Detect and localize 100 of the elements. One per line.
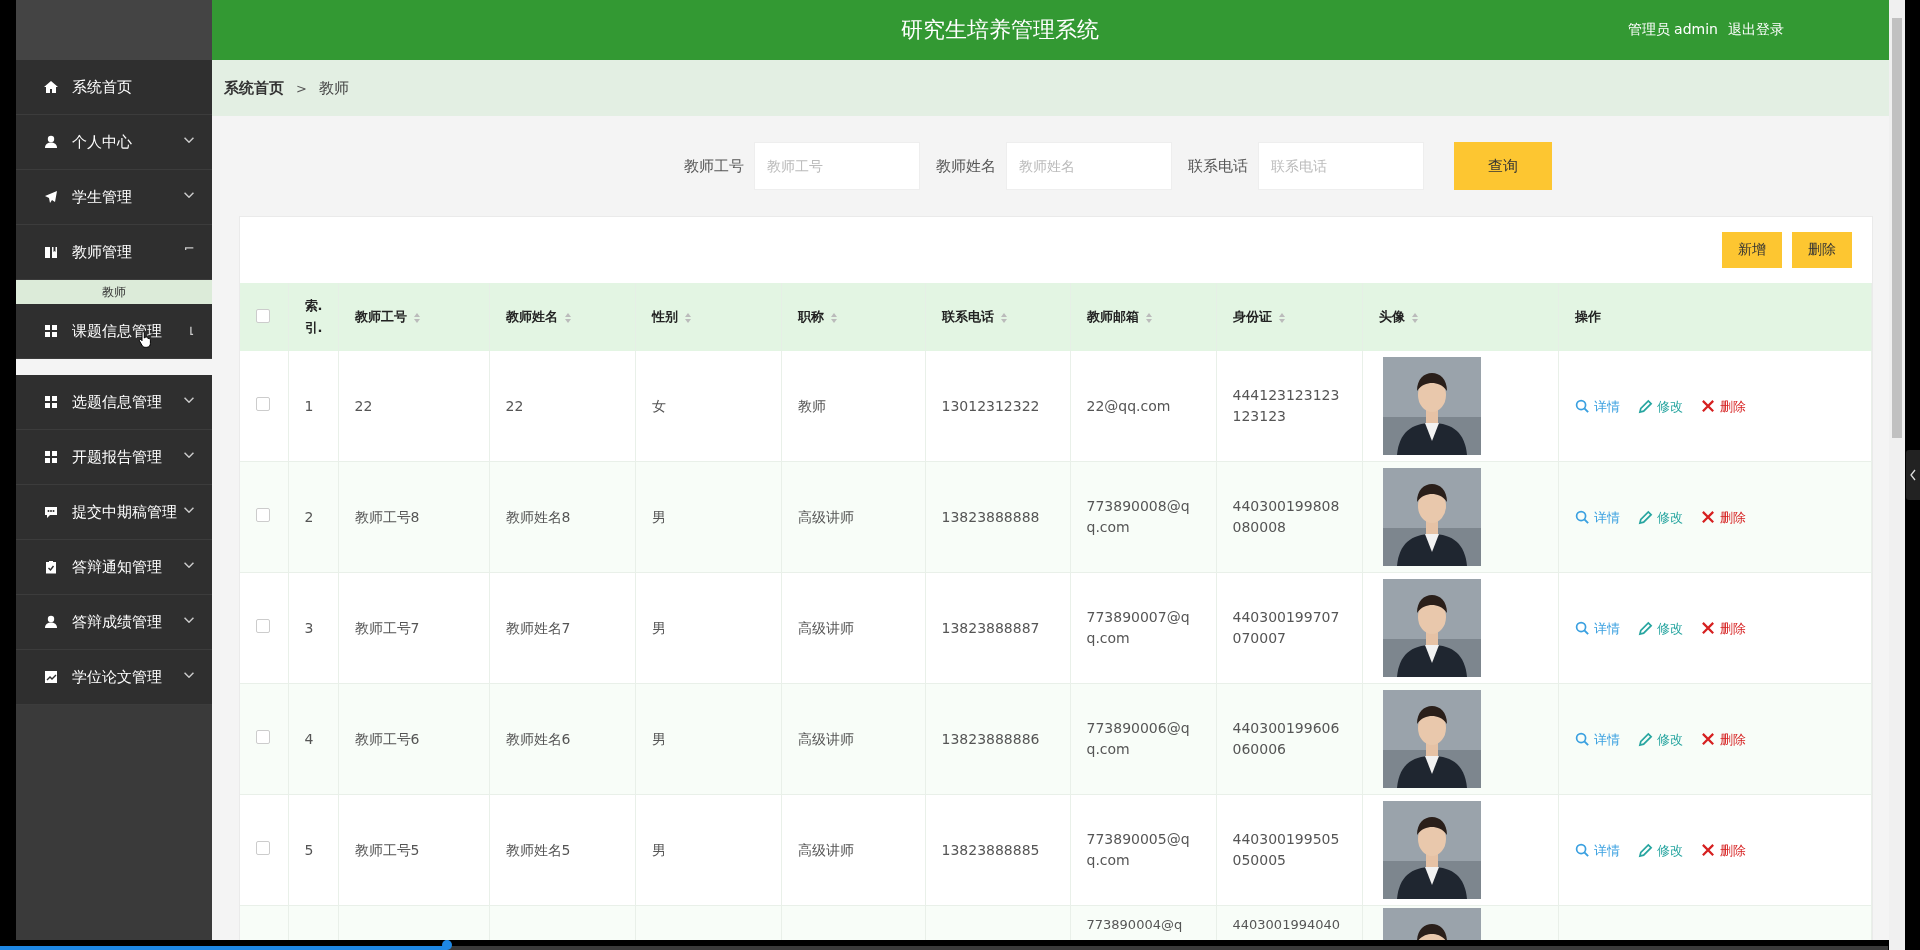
checkbox[interactable] bbox=[256, 618, 270, 633]
delete-link[interactable]: 删除 bbox=[1700, 728, 1746, 750]
table-cell: 2 bbox=[304, 508, 314, 525]
table-cell: 773890006@qq.com bbox=[1086, 720, 1190, 757]
close-icon bbox=[1700, 731, 1716, 747]
close-icon bbox=[1700, 620, 1716, 636]
sidebar-item[interactable]: 答辩成绩管理 bbox=[16, 595, 212, 650]
table-cell: 教师工号8 bbox=[354, 508, 420, 525]
home-icon bbox=[44, 80, 58, 94]
table-cell: 高级讲师 bbox=[797, 619, 854, 636]
progress-handle[interactable] bbox=[442, 940, 453, 950]
column-header[interactable]: 教师邮箱 bbox=[1086, 309, 1139, 324]
field-label: 联系电话 bbox=[1188, 156, 1248, 176]
checkbox[interactable] bbox=[256, 396, 270, 411]
column-header[interactable]: 联系电话 bbox=[941, 309, 994, 324]
table-cell: 440300199606060006 bbox=[1232, 720, 1340, 757]
column-header[interactable]: 职称 bbox=[797, 309, 824, 324]
delete-link[interactable]: 删除 bbox=[1700, 506, 1746, 528]
column-header[interactable]: 头像 bbox=[1378, 309, 1405, 324]
field-label: 教师姓名 bbox=[936, 156, 996, 176]
checkbox[interactable] bbox=[256, 308, 270, 323]
table-cell: 13823888887 bbox=[941, 619, 1040, 636]
table-cell: 4403001994040 bbox=[1232, 917, 1341, 932]
checkbox[interactable] bbox=[256, 729, 270, 744]
table-cell: 男 bbox=[651, 508, 666, 525]
search-icon bbox=[1574, 731, 1590, 747]
table-cell: 高级讲师 bbox=[797, 508, 854, 525]
search-field[interactable]: 教师工号 bbox=[754, 142, 920, 190]
delete-button[interactable]: 删除 bbox=[1792, 232, 1852, 268]
logout-link[interactable]: 退出登录 bbox=[1728, 21, 1784, 39]
sidebar-item[interactable]: 学位论文管理 bbox=[16, 650, 212, 705]
scrollbar[interactable] bbox=[1889, 0, 1905, 950]
table-cell: 教师姓名7 bbox=[505, 619, 571, 636]
grid-icon bbox=[44, 324, 58, 338]
breadcrumb-item: 教师 bbox=[318, 78, 349, 98]
table-cell: 高级讲师 bbox=[797, 841, 854, 858]
grid-icon bbox=[44, 450, 58, 464]
book-icon bbox=[44, 245, 58, 259]
checkbox[interactable] bbox=[256, 507, 270, 522]
search-icon bbox=[1574, 842, 1590, 858]
pencil-icon bbox=[1637, 509, 1653, 525]
sidebar-item[interactable]: 系统首页 bbox=[16, 60, 212, 115]
grid-icon bbox=[44, 395, 58, 409]
column-header[interactable]: 身份证 bbox=[1232, 309, 1272, 324]
sidebar-item[interactable]: 开题报告管理 bbox=[16, 430, 212, 485]
clipboard-icon bbox=[44, 560, 58, 574]
checkbox[interactable] bbox=[256, 840, 270, 855]
table-cell: 440300199808080008 bbox=[1232, 498, 1340, 535]
collapse-tab[interactable] bbox=[1906, 450, 1920, 500]
delete-link[interactable]: 删除 bbox=[1700, 617, 1746, 639]
table-cell: 13823888888 bbox=[941, 508, 1040, 525]
column-header[interactable]: 教师姓名 bbox=[505, 309, 558, 324]
breadcrumb-item[interactable]: 系统首页 bbox=[224, 78, 284, 98]
pencil-icon bbox=[1637, 398, 1653, 414]
column-header[interactable]: 教师工号 bbox=[354, 309, 407, 324]
sidebar-item[interactable]: 提交中期稿管理 bbox=[16, 485, 212, 540]
table-cell: 13823888885 bbox=[941, 841, 1040, 858]
column-header[interactable]: 性别 bbox=[651, 309, 678, 324]
sidebar-item[interactable]: 教师管理 bbox=[16, 225, 212, 280]
chevron-left-icon bbox=[1909, 469, 1917, 481]
sidebar-item[interactable]: 答辩通知管理 bbox=[16, 540, 212, 595]
search-field[interactable]: 联系电话 bbox=[1258, 142, 1424, 190]
search-icon bbox=[1574, 620, 1590, 636]
table-cell: 22@qq.com bbox=[1086, 397, 1171, 414]
breadcrumb-separator: > bbox=[296, 80, 307, 96]
search-field[interactable]: 教师姓名 bbox=[1006, 142, 1172, 190]
search-icon bbox=[1574, 509, 1590, 525]
table-cell: 3 bbox=[304, 619, 314, 636]
search-button[interactable]: 查询 bbox=[1454, 142, 1552, 190]
add-button[interactable]: 新增 bbox=[1722, 232, 1782, 268]
pencil-icon bbox=[1637, 620, 1653, 636]
submenu-item[interactable]: 教师 bbox=[16, 280, 212, 304]
close-icon bbox=[1700, 398, 1716, 414]
table-cell: 22 bbox=[505, 397, 524, 414]
column-header: 操作 bbox=[1574, 309, 1601, 324]
table-cell: 773890007@qq.com bbox=[1086, 609, 1190, 646]
table-cell: 男 bbox=[651, 619, 666, 636]
table-cell: 教师工号6 bbox=[354, 730, 420, 747]
line-chart-icon bbox=[44, 670, 58, 684]
video-progress-bar[interactable] bbox=[0, 940, 1888, 950]
table-cell: 教师姓名8 bbox=[505, 508, 571, 525]
close-icon bbox=[1700, 509, 1716, 525]
table-cell: 教师姓名6 bbox=[505, 730, 571, 747]
field-label: 教师工号 bbox=[684, 156, 744, 176]
table-cell: 女 bbox=[651, 397, 666, 414]
user-label: 管理员 admin bbox=[1627, 21, 1718, 39]
search-icon bbox=[1574, 398, 1590, 414]
table-cell: 13823888886 bbox=[941, 730, 1040, 747]
sidebar-item[interactable]: 学生管理 bbox=[16, 170, 212, 225]
sidebar-item[interactable]: 个人中心 bbox=[16, 115, 212, 170]
pencil-icon bbox=[1637, 842, 1653, 858]
table-cell: 教师姓名5 bbox=[505, 841, 571, 858]
table-cell: 高级讲师 bbox=[797, 730, 854, 747]
sidebar-item[interactable]: 选题信息管理 bbox=[16, 375, 212, 430]
table-cell: 444123123123123123 bbox=[1232, 387, 1340, 424]
delete-link[interactable]: 删除 bbox=[1700, 395, 1746, 417]
pencil-icon bbox=[1637, 731, 1653, 747]
table-cell: 5 bbox=[304, 841, 314, 858]
chat-bubble-icon bbox=[44, 505, 58, 519]
delete-link[interactable]: 删除 bbox=[1700, 839, 1746, 861]
